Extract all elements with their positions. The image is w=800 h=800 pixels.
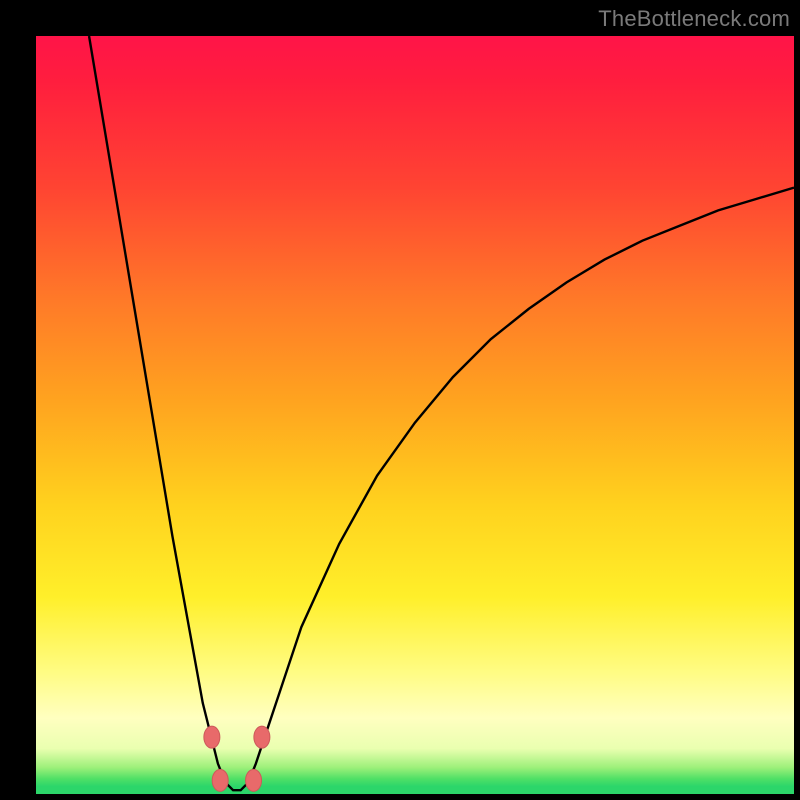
- curve-line: [89, 36, 794, 790]
- curve-marker: [246, 769, 262, 791]
- bottleneck-curve: [36, 36, 794, 794]
- chart-frame: TheBottleneck.com: [0, 0, 800, 800]
- curve-marker: [212, 769, 228, 791]
- curve-marker: [204, 726, 220, 748]
- watermark-text: TheBottleneck.com: [598, 6, 790, 32]
- plot-area: [36, 36, 794, 794]
- curve-marker: [254, 726, 270, 748]
- curve-markers: [204, 726, 270, 791]
